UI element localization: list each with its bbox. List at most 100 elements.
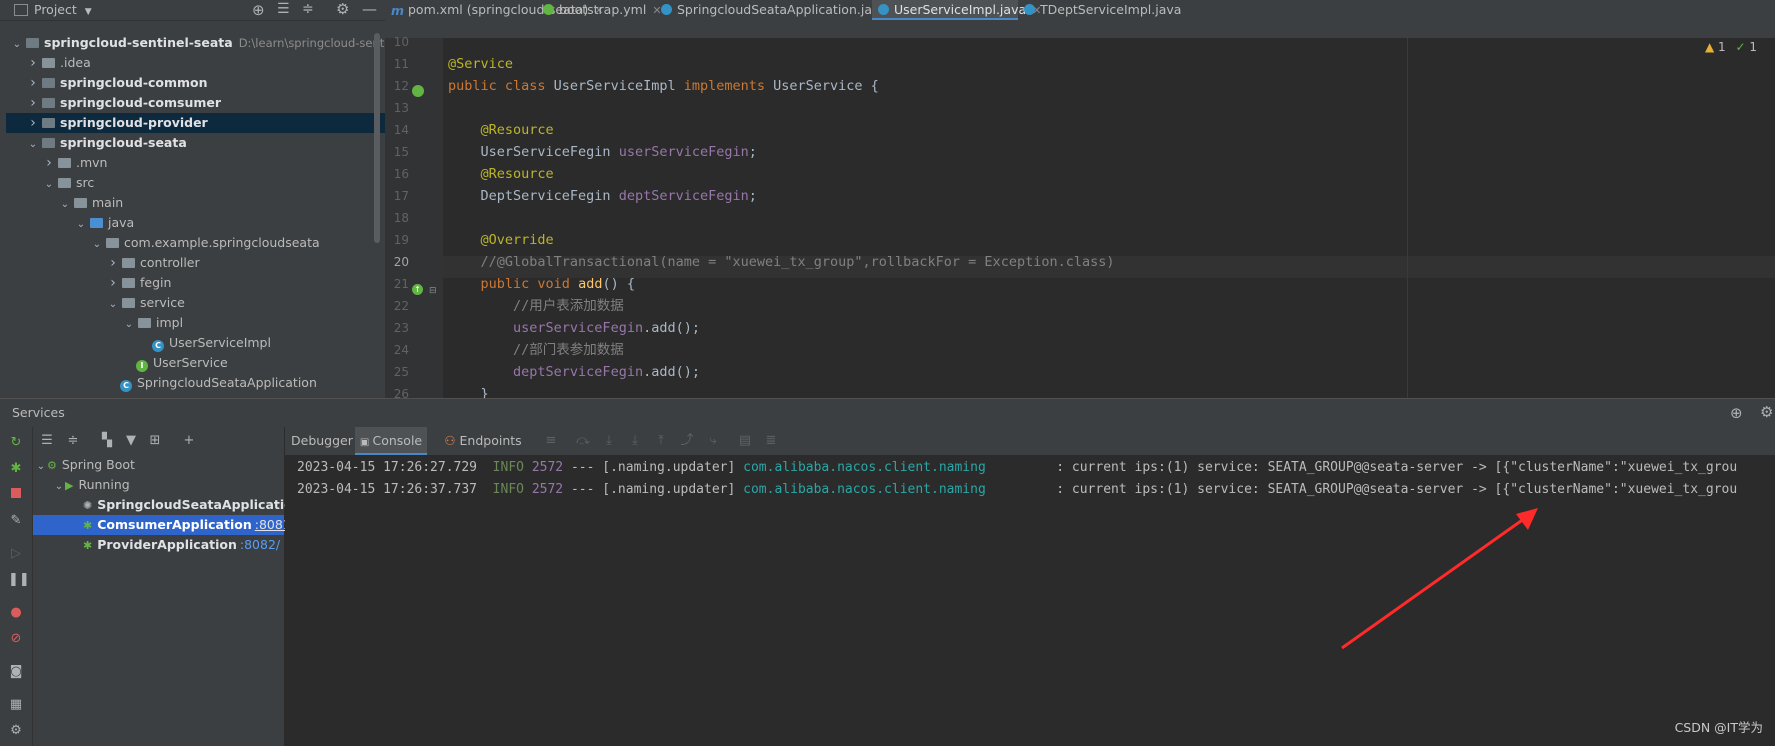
watermark: CSDN @IT学为 <box>1674 720 1763 735</box>
chevron-down-icon[interactable]: ⌄ <box>26 135 40 155</box>
console-tab[interactable]: Debugger <box>291 427 353 455</box>
rerun-icon[interactable]: ↻ <box>8 435 24 451</box>
inspection-widget[interactable]: ▲ 1 ✓ 1 <box>1705 40 1757 54</box>
project-tree-item[interactable]: ⌄ service <box>6 293 385 313</box>
chevron-down-icon[interactable]: ⌄ <box>42 175 56 195</box>
step-over-icon[interactable]: ⤼ <box>575 433 591 449</box>
service-tree-item[interactable]: ⌄ ⚙ Spring Boot <box>33 455 284 475</box>
camera-icon[interactable]: ◙ <box>8 664 24 680</box>
menu-icon[interactable]: ≡ <box>543 433 559 449</box>
project-tree-item[interactable]: › fegin <box>6 273 385 293</box>
expand-all-icon[interactable]: ☰ <box>39 433 55 449</box>
console-output[interactable]: 2023-04-15 17:26:27.729 INFO 2572 --- [.… <box>285 455 1775 746</box>
chevron-down-icon[interactable]: ⌄ <box>74 215 88 235</box>
debug-icon[interactable]: ✱ <box>8 461 24 477</box>
chevron-down-icon[interactable]: ⌄ <box>10 35 24 55</box>
project-tree-item[interactable]: ⌄ springcloud-seata <box>6 133 385 153</box>
project-tree-label: springcloud-sentinel-seata <box>44 35 233 50</box>
editor-tab[interactable]: m pom.xml (springcloud-seata) ✕ <box>385 0 603 20</box>
wrench-icon[interactable]: ✎ <box>8 513 24 529</box>
editor-tab[interactable]: SpringcloudSeataApplication.java✕ <box>655 0 902 20</box>
code-line: } <box>448 386 489 398</box>
evaluate-icon[interactable]: ▤ <box>737 433 753 449</box>
collapse-all-icon[interactable]: ≑ <box>65 433 81 449</box>
select-opened-file-icon[interactable]: ⊕ <box>252 1 265 19</box>
service-tree-item[interactable]: ✱ ProviderApplication:8082/ <box>33 535 284 555</box>
step-out-icon[interactable]: ⤒ <box>653 433 669 449</box>
chevron-down-icon[interactable]: ⌄ <box>90 235 104 255</box>
mute-breakpoints-icon[interactable]: ⊘ <box>8 631 24 647</box>
project-tree-item[interactable]: ⌄ main <box>6 193 385 213</box>
project-tree-item[interactable]: › .idea <box>6 53 385 73</box>
group-icon[interactable]: ▚ <box>99 433 115 449</box>
chevron-right-icon[interactable]: › <box>26 93 40 113</box>
force-step-into-icon[interactable]: ⤓ <box>627 433 643 449</box>
service-tree-item[interactable]: ✺ SpringcloudSeataApplication <box>33 495 302 515</box>
project-scrollbar[interactable] <box>374 33 380 243</box>
code-editor[interactable]: @Service public class UserServiceImpl imp… <box>443 38 1775 398</box>
project-tree-item[interactable]: › springcloud-provider <box>6 113 385 133</box>
chevron-right-icon[interactable]: › <box>26 113 40 133</box>
drop-frame-icon[interactable]: ⤴ <box>679 433 695 449</box>
service-tree-item[interactable]: ⌄ ▶ Running <box>33 475 284 495</box>
project-tree-item[interactable]: › .mvn <box>6 153 385 173</box>
layout-icon[interactable]: ▦ <box>8 697 24 713</box>
resume-icon[interactable]: ▷ <box>8 546 24 562</box>
chevron-down-icon[interactable]: ⌄ <box>106 295 120 315</box>
source-folder-icon <box>90 218 103 228</box>
console-tab[interactable]: ⚇ Endpoints <box>433 427 533 455</box>
stop-icon[interactable] <box>8 487 24 503</box>
override-gutter-icon[interactable]: ↑ <box>412 284 423 295</box>
project-tree-item[interactable]: ⌄ com.example.springcloudseata <box>6 233 385 253</box>
chevron-down-icon[interactable]: ⌄ <box>35 457 47 477</box>
spring-class-icon <box>661 4 672 15</box>
project-tree-item[interactable]: ⌄ springcloud-sentinel-seata D:\learn\spri… <box>6 33 385 53</box>
step-into-icon[interactable]: ⤓ <box>601 433 617 449</box>
chevron-right-icon[interactable]: › <box>106 253 120 273</box>
add-service-icon[interactable]: + <box>181 433 197 449</box>
project-tree-item[interactable]: › springcloud-comsumer <box>6 93 385 113</box>
project-tree-item[interactable]: I UserService <box>6 353 385 373</box>
project-tree-item[interactable]: C UserServiceImpl <box>6 333 385 353</box>
editor-tab[interactable]: bootstrap.yml ✕ <box>537 0 662 20</box>
project-tree-item[interactable]: ⌄ src <box>6 173 385 193</box>
code-line: UserServiceFegin userServiceFegin; <box>448 144 757 160</box>
chevron-down-icon[interactable]: ⌄ <box>122 315 136 335</box>
chevron-right-icon[interactable]: › <box>42 153 56 173</box>
chevron-right-icon[interactable]: › <box>106 273 120 293</box>
breakpoints-icon[interactable]: ● <box>8 605 24 621</box>
chevron-down-icon[interactable]: ⌄ <box>53 477 65 497</box>
project-tree-item[interactable]: C SpringcloudSeataApplication <box>6 373 385 393</box>
chevron-right-icon[interactable]: › <box>26 73 40 93</box>
project-tree-item[interactable]: ⌄ java <box>6 213 385 233</box>
fold-marker-icon[interactable]: ⊟ <box>429 286 437 296</box>
project-tree-label: .idea <box>60 55 91 70</box>
editor-tab[interactable]: TDeptServiceImpl.java <box>1018 0 1181 20</box>
chevron-down-icon[interactable]: ⌄ <box>58 195 72 215</box>
project-tree-item[interactable]: › springcloud-common <box>6 73 385 93</box>
chevron-right-icon[interactable]: › <box>26 53 40 73</box>
service-label: Running <box>78 477 130 492</box>
filter-icon[interactable]: ▼ <box>123 433 139 449</box>
project-tree-item[interactable]: › controller <box>6 253 385 273</box>
run-to-cursor-icon[interactable]: ⤷ <box>705 433 721 449</box>
project-tree-item[interactable]: ⌄ impl <box>6 313 385 333</box>
console-tab[interactable]: ▣ Console <box>355 427 427 455</box>
expand-all-icon[interactable]: ☰ <box>277 1 290 17</box>
pause-icon[interactable]: ❚❚ <box>8 572 30 588</box>
gear-icon[interactable]: ⚙ <box>1760 403 1773 421</box>
service-port-link[interactable]: :8082/ <box>240 537 280 552</box>
trace-icon[interactable]: ≣ <box>763 433 779 449</box>
gear-icon[interactable]: ⚙ <box>336 0 349 18</box>
target-icon[interactable]: ⊕ <box>1730 404 1743 422</box>
project-view-dropdown[interactable]: Project ▼ <box>34 0 92 22</box>
new-tab-icon[interactable]: ⊞ <box>147 433 163 449</box>
editor-tab[interactable]: UserServiceImpl.java ✕ <box>872 0 1041 20</box>
spring-bean-gutter-icon[interactable] <box>412 85 424 97</box>
code-line: //部门表参加数据 <box>513 342 624 358</box>
settings-icon[interactable]: ⚙ <box>8 723 24 739</box>
editor-tab-label: UserServiceImpl.java <box>894 2 1027 17</box>
collapse-all-icon[interactable]: ≑ <box>302 1 314 17</box>
service-tree-item[interactable]: ✱ ComsumerApplication:8081/ <box>33 515 295 535</box>
hide-panel-icon[interactable]: — <box>362 0 377 18</box>
